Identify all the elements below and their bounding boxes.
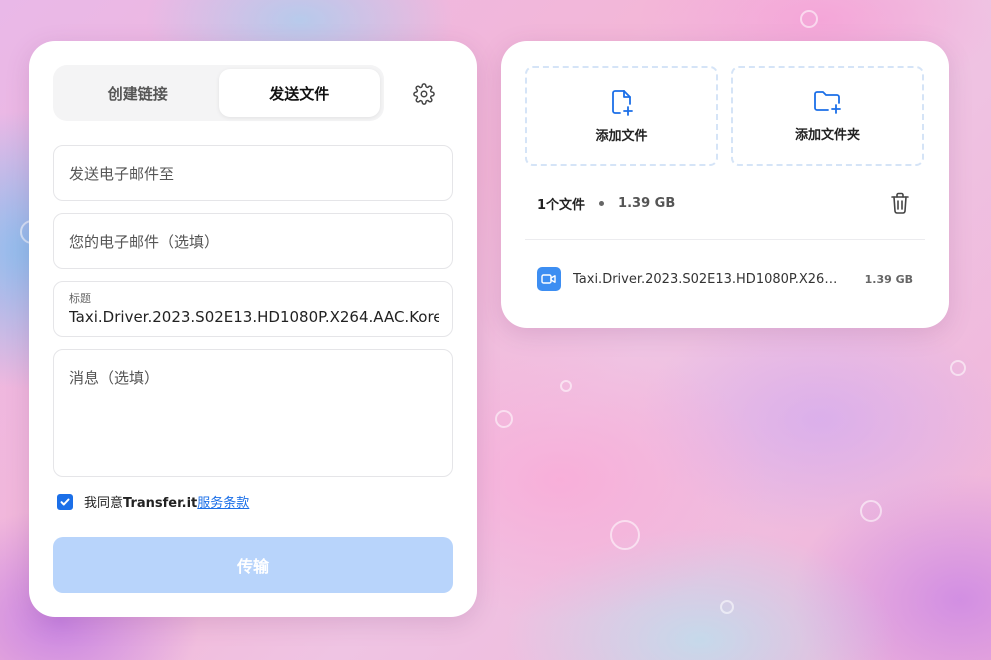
video-file-icon — [537, 267, 561, 291]
transfer-button[interactable]: 传输 — [53, 537, 453, 593]
message-textarea[interactable]: 消息（选填） — [53, 349, 453, 477]
tab-send-files[interactable]: 发送文件 — [218, 69, 380, 117]
add-folder-button[interactable]: 添加文件夹 — [731, 66, 924, 166]
background-bubble — [720, 600, 734, 614]
terms-text: 我同意Transfer.it — [84, 492, 197, 511]
terms-of-service-link[interactable]: 服务条款 — [197, 492, 249, 511]
subject-label: 标题 — [69, 292, 91, 305]
add-file-icon — [611, 89, 633, 116]
subject-input[interactable]: 标题 Taxi.Driver.2023.S02E13.HD1080P.X264.… — [53, 281, 453, 337]
terms-agreement: 我同意Transfer.it 服务条款 — [57, 492, 249, 511]
add-folder-label: 添加文件夹 — [794, 127, 860, 143]
message-placeholder: 消息（选填） — [69, 369, 160, 387]
background-bubble — [800, 10, 818, 28]
trash-icon — [891, 192, 909, 214]
separator-dot — [599, 201, 605, 206]
sender-email-placeholder: 您的电子邮件（选填） — [69, 233, 220, 251]
background-bubble — [560, 380, 572, 392]
background-bubble — [860, 500, 882, 522]
total-size: 1.39 GB — [618, 196, 676, 211]
file-summary: 1个文件 1.39 GB — [537, 194, 675, 213]
checkmark-icon — [60, 498, 70, 505]
terms-brand: Transfer.it — [123, 496, 198, 511]
recipient-email-placeholder: 发送电子邮件至 — [69, 165, 175, 183]
background-bubble — [610, 520, 640, 550]
file-size: 1.39 GB — [864, 272, 913, 286]
upload-panel: 添加文件 添加文件夹 1个文件 1.39 GB Taxi.Driver.2023… — [501, 41, 949, 328]
subject-value: Taxi.Driver.2023.S02E13.HD1080P.X264.AAC… — [69, 308, 439, 326]
tab-create-link[interactable]: 创建链接 — [57, 69, 219, 117]
divider — [525, 239, 925, 240]
terms-checkbox[interactable] — [57, 493, 73, 510]
file-list-item[interactable]: Taxi.Driver.2023.S02E13.HD1080P.X264.AAC… — [537, 267, 913, 291]
file-name: Taxi.Driver.2023.S02E13.HD1080P.X264.AAC… — [573, 271, 843, 287]
background-bubble — [950, 360, 966, 376]
settings-button[interactable] — [409, 79, 439, 109]
delete-all-button[interactable] — [889, 191, 911, 219]
terms-prefix: 我同意 — [84, 496, 124, 511]
mode-tabs: 创建链接 发送文件 — [53, 65, 384, 121]
gear-icon — [413, 83, 435, 105]
add-file-label: 添加文件 — [595, 128, 648, 144]
background-bubble — [495, 410, 513, 428]
recipient-email-input[interactable]: 发送电子邮件至 — [53, 145, 453, 201]
send-form-panel: 创建链接 发送文件 发送电子邮件至 您的电子邮件（选填） 标题 Taxi.Dri… — [29, 41, 477, 617]
file-count: 1个文件 — [537, 198, 586, 213]
sender-email-input[interactable]: 您的电子邮件（选填） — [53, 213, 453, 269]
add-file-button[interactable]: 添加文件 — [525, 66, 718, 166]
add-folder-icon — [813, 90, 841, 114]
